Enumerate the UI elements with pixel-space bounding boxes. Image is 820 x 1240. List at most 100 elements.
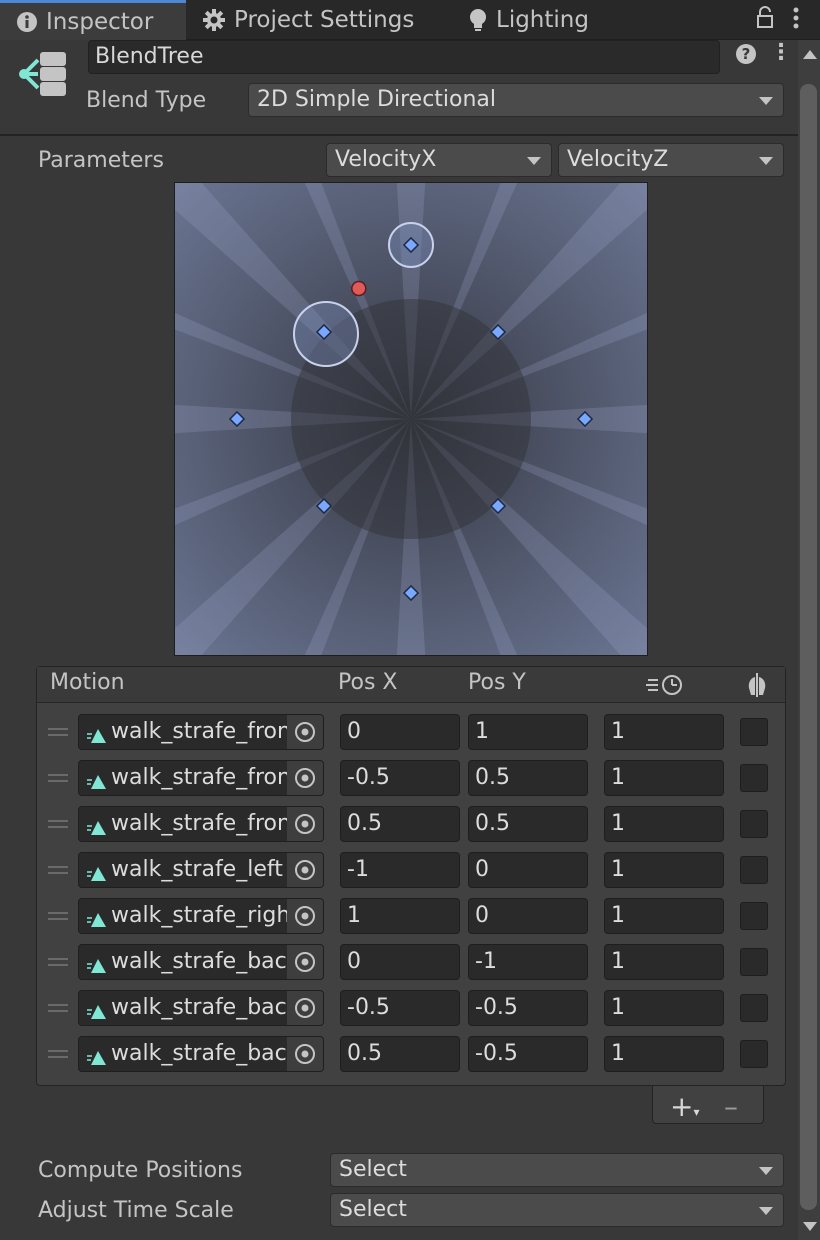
motion-clip-field[interactable]: walk_strafe_front (78, 714, 324, 750)
time-scale-field[interactable]: 1 (604, 898, 724, 934)
time-scale-field[interactable]: 1 (604, 806, 724, 842)
pos-x-field[interactable]: 0 (340, 944, 460, 980)
chevron-down-icon (759, 97, 773, 105)
chevron-down-icon (759, 1167, 773, 1175)
drag-handle-icon[interactable] (48, 1004, 68, 1012)
motion-clip-name: walk_strafe_right (111, 903, 287, 928)
mirror-checkbox[interactable] (740, 764, 768, 792)
motion-clip-name: walk_strafe_back (111, 949, 287, 974)
motion-clip-field[interactable]: walk_strafe_back_right (78, 1036, 324, 1072)
object-picker-icon[interactable] (287, 945, 323, 979)
time-scale-column-icon (646, 673, 686, 703)
blend-type-dropdown[interactable]: 2D Simple Directional (248, 83, 784, 117)
tab-inspector[interactable]: Inspector (0, 0, 186, 40)
tab-lighting[interactable]: Lighting (468, 0, 589, 40)
blend-space-graph[interactable] (71, 79, 751, 759)
pos-x-field[interactable]: -0.5 (340, 760, 460, 796)
pos-y-field[interactable]: -1 (468, 944, 588, 980)
motion-clip-field[interactable]: walk_strafe_left (78, 852, 324, 888)
time-scale-field[interactable]: 1 (604, 760, 724, 796)
pos-x-field[interactable]: -0.5 (340, 990, 460, 1026)
pos-x-field[interactable]: -1 (340, 852, 460, 888)
motion-clip-field[interactable]: walk_strafe_front_right (78, 806, 324, 842)
pos-x-field[interactable]: 0 (340, 714, 460, 750)
motion-clip-name: walk_strafe_front (111, 719, 287, 744)
compute-positions-dropdown[interactable]: Select (330, 1153, 784, 1187)
motion-clip-field[interactable]: walk_strafe_back_left (78, 990, 324, 1026)
object-picker-icon[interactable] (287, 1037, 323, 1071)
mirror-checkbox[interactable] (740, 948, 768, 976)
blend-type-value: 2D Simple Directional (257, 87, 497, 112)
mirror-checkbox[interactable] (740, 718, 768, 746)
time-scale-field[interactable]: 1 (604, 1036, 724, 1072)
drag-handle-icon[interactable] (48, 958, 68, 966)
pos-y-field[interactable]: 1 (468, 714, 588, 750)
pos-y-field[interactable]: 0.5 (468, 806, 588, 842)
compute-positions-value: Select (339, 1157, 407, 1182)
y-parameter-dropdown[interactable]: VelocityZ (558, 143, 784, 177)
mirror-checkbox[interactable] (740, 902, 768, 930)
adjust-time-scale-label: Adjust Time Scale (38, 1198, 234, 1223)
chevron-down-icon (759, 1207, 773, 1215)
drag-handle-icon[interactable] (48, 728, 68, 736)
pos-x-field[interactable]: 0.5 (340, 806, 460, 842)
add-motion-button[interactable]: +▾ (670, 1090, 700, 1123)
scroll-down-arrow-icon[interactable] (803, 1222, 817, 1231)
current-parameter-point[interactable] (351, 280, 367, 297)
scroll-up-arrow-icon[interactable] (803, 50, 817, 59)
pos-y-field[interactable]: 0.5 (468, 760, 588, 796)
animation-clip-icon (87, 909, 107, 933)
object-picker-icon[interactable] (287, 991, 323, 1025)
pos-x-field[interactable]: 1 (340, 898, 460, 934)
tab-label: Inspector (46, 8, 154, 35)
y-parameter-value: VelocityZ (567, 147, 669, 172)
time-scale-field[interactable]: 1 (604, 852, 724, 888)
pos-y-field[interactable]: -0.5 (468, 1036, 588, 1072)
drag-handle-icon[interactable] (48, 1050, 68, 1058)
drag-handle-icon[interactable] (48, 774, 68, 782)
time-scale-field[interactable]: 1 (604, 714, 724, 750)
time-scale-field[interactable]: 1 (604, 990, 724, 1026)
animation-clip-icon (87, 817, 107, 841)
object-picker-icon[interactable] (287, 715, 323, 749)
mirror-column-icon (744, 672, 770, 704)
pos-y-field[interactable]: -0.5 (468, 990, 588, 1026)
object-picker-icon[interactable] (287, 761, 323, 795)
motion-clip-name: walk_strafe_back_right (111, 1041, 287, 1066)
motion-clip-field[interactable]: walk_strafe_front_left (78, 760, 324, 796)
blend-type-label: Blend Type (86, 88, 207, 113)
tab-bar-controls (756, 6, 800, 36)
chevron-down-icon (527, 157, 541, 165)
x-parameter-dropdown[interactable]: VelocityX (326, 143, 552, 177)
pos-y-field[interactable]: 0 (468, 852, 588, 888)
object-picker-icon[interactable] (287, 899, 323, 933)
blend-space-canvas[interactable] (71, 79, 751, 759)
pos-y-field[interactable]: 0 (468, 898, 588, 934)
lock-icon[interactable] (756, 6, 774, 36)
help-icon[interactable]: ? (736, 44, 756, 64)
mirror-checkbox[interactable] (740, 994, 768, 1022)
drag-handle-icon[interactable] (48, 866, 68, 874)
mirror-checkbox[interactable] (740, 810, 768, 838)
motion-clip-field[interactable]: walk_strafe_right (78, 898, 324, 934)
animation-clip-icon (87, 1047, 107, 1071)
scrollbar-thumb[interactable] (800, 84, 817, 1210)
drag-handle-icon[interactable] (48, 912, 68, 920)
blend-tree-name-field[interactable]: BlendTree (88, 40, 720, 74)
drag-handle-icon[interactable] (48, 820, 68, 828)
object-picker-icon[interactable] (287, 807, 323, 841)
remove-motion-button[interactable]: – (724, 1090, 738, 1123)
tab-project-settings[interactable]: Project Settings (202, 0, 414, 40)
motion-clip-field[interactable]: walk_strafe_back (78, 944, 324, 980)
mirror-checkbox[interactable] (740, 1040, 768, 1068)
motion-clip-name: walk_strafe_left (111, 857, 283, 882)
compute-positions-label: Compute Positions (38, 1158, 243, 1183)
time-scale-field[interactable]: 1 (604, 944, 724, 980)
gear-icon (202, 8, 226, 32)
mirror-checkbox[interactable] (740, 856, 768, 884)
adjust-time-scale-dropdown[interactable]: Select (330, 1193, 784, 1227)
more-options-icon[interactable] (792, 6, 800, 36)
object-picker-icon[interactable] (287, 853, 323, 887)
pos-x-field[interactable]: 0.5 (340, 1036, 460, 1072)
component-menu-icon[interactable]: ⋮ (770, 40, 792, 65)
